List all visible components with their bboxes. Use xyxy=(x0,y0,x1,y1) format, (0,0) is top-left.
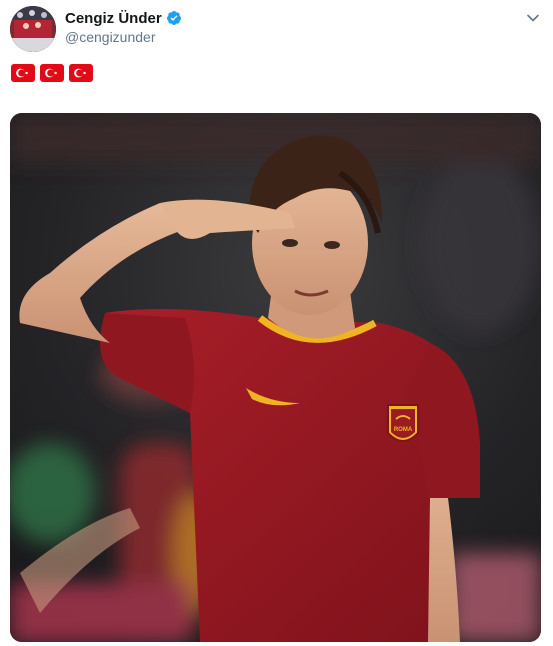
turkey-flag-icon xyxy=(40,64,64,82)
display-name[interactable]: Cengiz Ünder xyxy=(65,10,182,27)
chevron-down-icon[interactable] xyxy=(525,10,541,26)
verified-badge-icon xyxy=(166,11,181,25)
turkey-flag-icon xyxy=(11,64,35,82)
avatar-image xyxy=(10,6,56,52)
roma-badge-text: ROMA xyxy=(394,427,413,433)
display-name-text: Cengiz Ünder xyxy=(65,10,162,27)
tweet-card: Cengiz Ünder @cengizunder ROMA xyxy=(0,0,553,646)
handle[interactable]: @cengizunder xyxy=(65,29,156,45)
turkey-flag-icon xyxy=(69,64,93,82)
tweet-photo[interactable]: ROMA xyxy=(10,113,541,642)
tweet-text xyxy=(11,64,93,82)
player-saluting-image: ROMA xyxy=(10,113,541,642)
avatar[interactable] xyxy=(10,6,56,52)
